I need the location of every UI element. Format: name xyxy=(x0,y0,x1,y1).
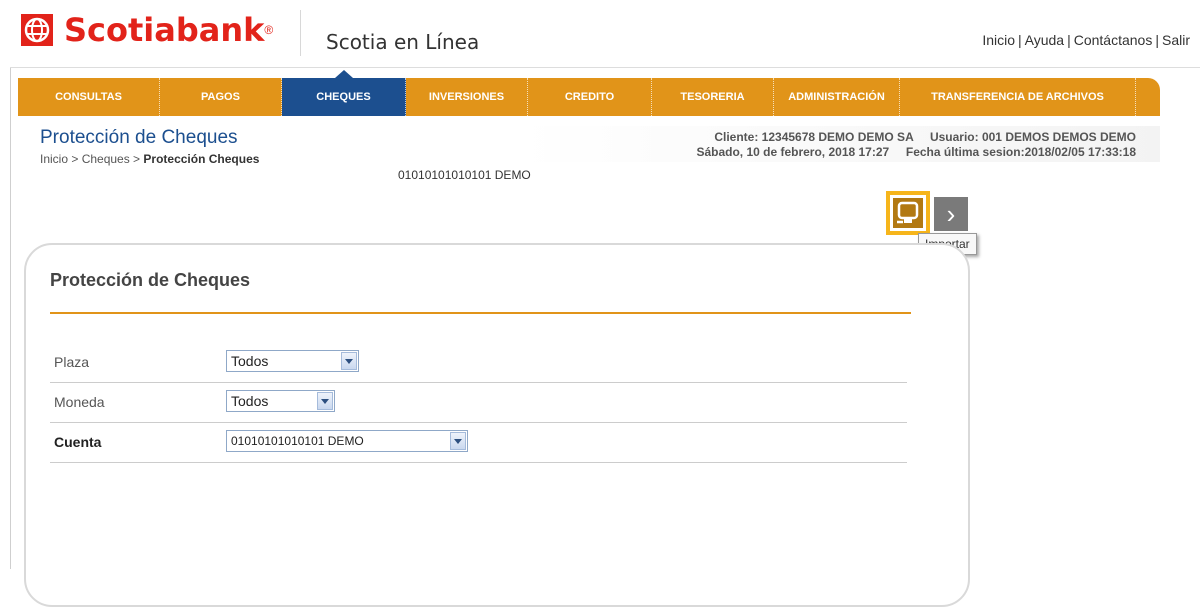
header-divider xyxy=(300,10,301,56)
link-inicio[interactable]: Inicio xyxy=(982,32,1015,48)
link-ayuda[interactable]: Ayuda xyxy=(1025,32,1064,48)
selected-account-label: 01010101010101 DEMO xyxy=(398,168,531,182)
date-session-info: Sábado, 10 de febrero, 2018 17:27 Fecha … xyxy=(696,145,1136,159)
brand-name: Scotiabank xyxy=(64,11,265,49)
panel-title-underline xyxy=(50,312,911,314)
main-nav: CONSULTAS PAGOS CHEQUES INVERSIONES CRED… xyxy=(18,70,1160,116)
registered-mark: ® xyxy=(264,23,274,37)
chevron-down-icon xyxy=(450,432,466,450)
breadcrumb-current: Protección Cheques xyxy=(143,152,260,166)
nav-item-administracion[interactable]: ADMINISTRACIÓN xyxy=(774,78,900,116)
nav-item-inversiones[interactable]: INVERSIONES xyxy=(406,78,528,116)
chevron-down-icon xyxy=(341,352,357,370)
top-links: Inicio | Ayuda | Contáctanos | Salir xyxy=(982,32,1190,48)
form-row-moneda: Moneda Todos xyxy=(50,382,907,423)
cuenta-select-value: 01010101010101 DEMO xyxy=(231,434,364,448)
nav-item-pagos[interactable]: PAGOS xyxy=(160,78,282,116)
moneda-select[interactable]: Todos xyxy=(226,390,335,412)
plaza-select[interactable]: Todos xyxy=(226,350,359,372)
plaza-select-value: Todos xyxy=(231,353,269,369)
scotiabank-globe-icon xyxy=(20,13,54,47)
nav-item-transferencia-archivos[interactable]: TRANSFERENCIA DE ARCHIVOS xyxy=(900,78,1136,116)
form-row-cuenta: Cuenta 01010101010101 DEMO xyxy=(50,422,907,463)
moneda-label: Moneda xyxy=(54,394,105,410)
plaza-label: Plaza xyxy=(54,354,90,370)
page-title: Protección de Cheques xyxy=(40,127,238,148)
import-icon xyxy=(893,198,923,228)
scotiabank-logo[interactable]: Scotiabank ® xyxy=(20,10,273,50)
breadcrumb-path[interactable]: Inicio > Cheques > xyxy=(40,152,143,166)
nav-item-cheques[interactable]: CHEQUES xyxy=(282,70,406,116)
import-button[interactable] xyxy=(886,191,930,235)
breadcrumb: Inicio > Cheques > Protección Cheques xyxy=(40,152,259,166)
form-row-plaza: Plaza Todos xyxy=(50,342,907,383)
chevron-down-icon xyxy=(317,392,333,410)
link-separator: | xyxy=(1155,32,1159,48)
client-user-info: Cliente: 12345678 DEMO DEMO SA Usuario: … xyxy=(714,130,1136,144)
moneda-select-value: Todos xyxy=(231,393,269,409)
cuenta-label: Cuenta xyxy=(54,434,102,450)
link-separator: | xyxy=(1018,32,1022,48)
page-left-border xyxy=(10,68,11,569)
cuenta-select[interactable]: 01010101010101 DEMO xyxy=(226,430,468,452)
header-rule xyxy=(10,67,1200,68)
link-separator: | xyxy=(1067,32,1071,48)
nav-item-tesoreria[interactable]: TESORERIA xyxy=(652,78,774,116)
nav-item-credito[interactable]: CREDITO xyxy=(528,78,652,116)
next-arrow-button[interactable]: › xyxy=(934,197,968,231)
nav-item-consultas[interactable]: CONSULTAS xyxy=(18,78,160,116)
panel-title: Protección de Cheques xyxy=(50,270,251,290)
link-contactanos[interactable]: Contáctanos xyxy=(1074,32,1153,48)
chevron-right-icon: › xyxy=(946,198,956,229)
app-name: Scotia en Línea xyxy=(326,30,480,54)
link-salir[interactable]: Salir xyxy=(1162,32,1190,48)
